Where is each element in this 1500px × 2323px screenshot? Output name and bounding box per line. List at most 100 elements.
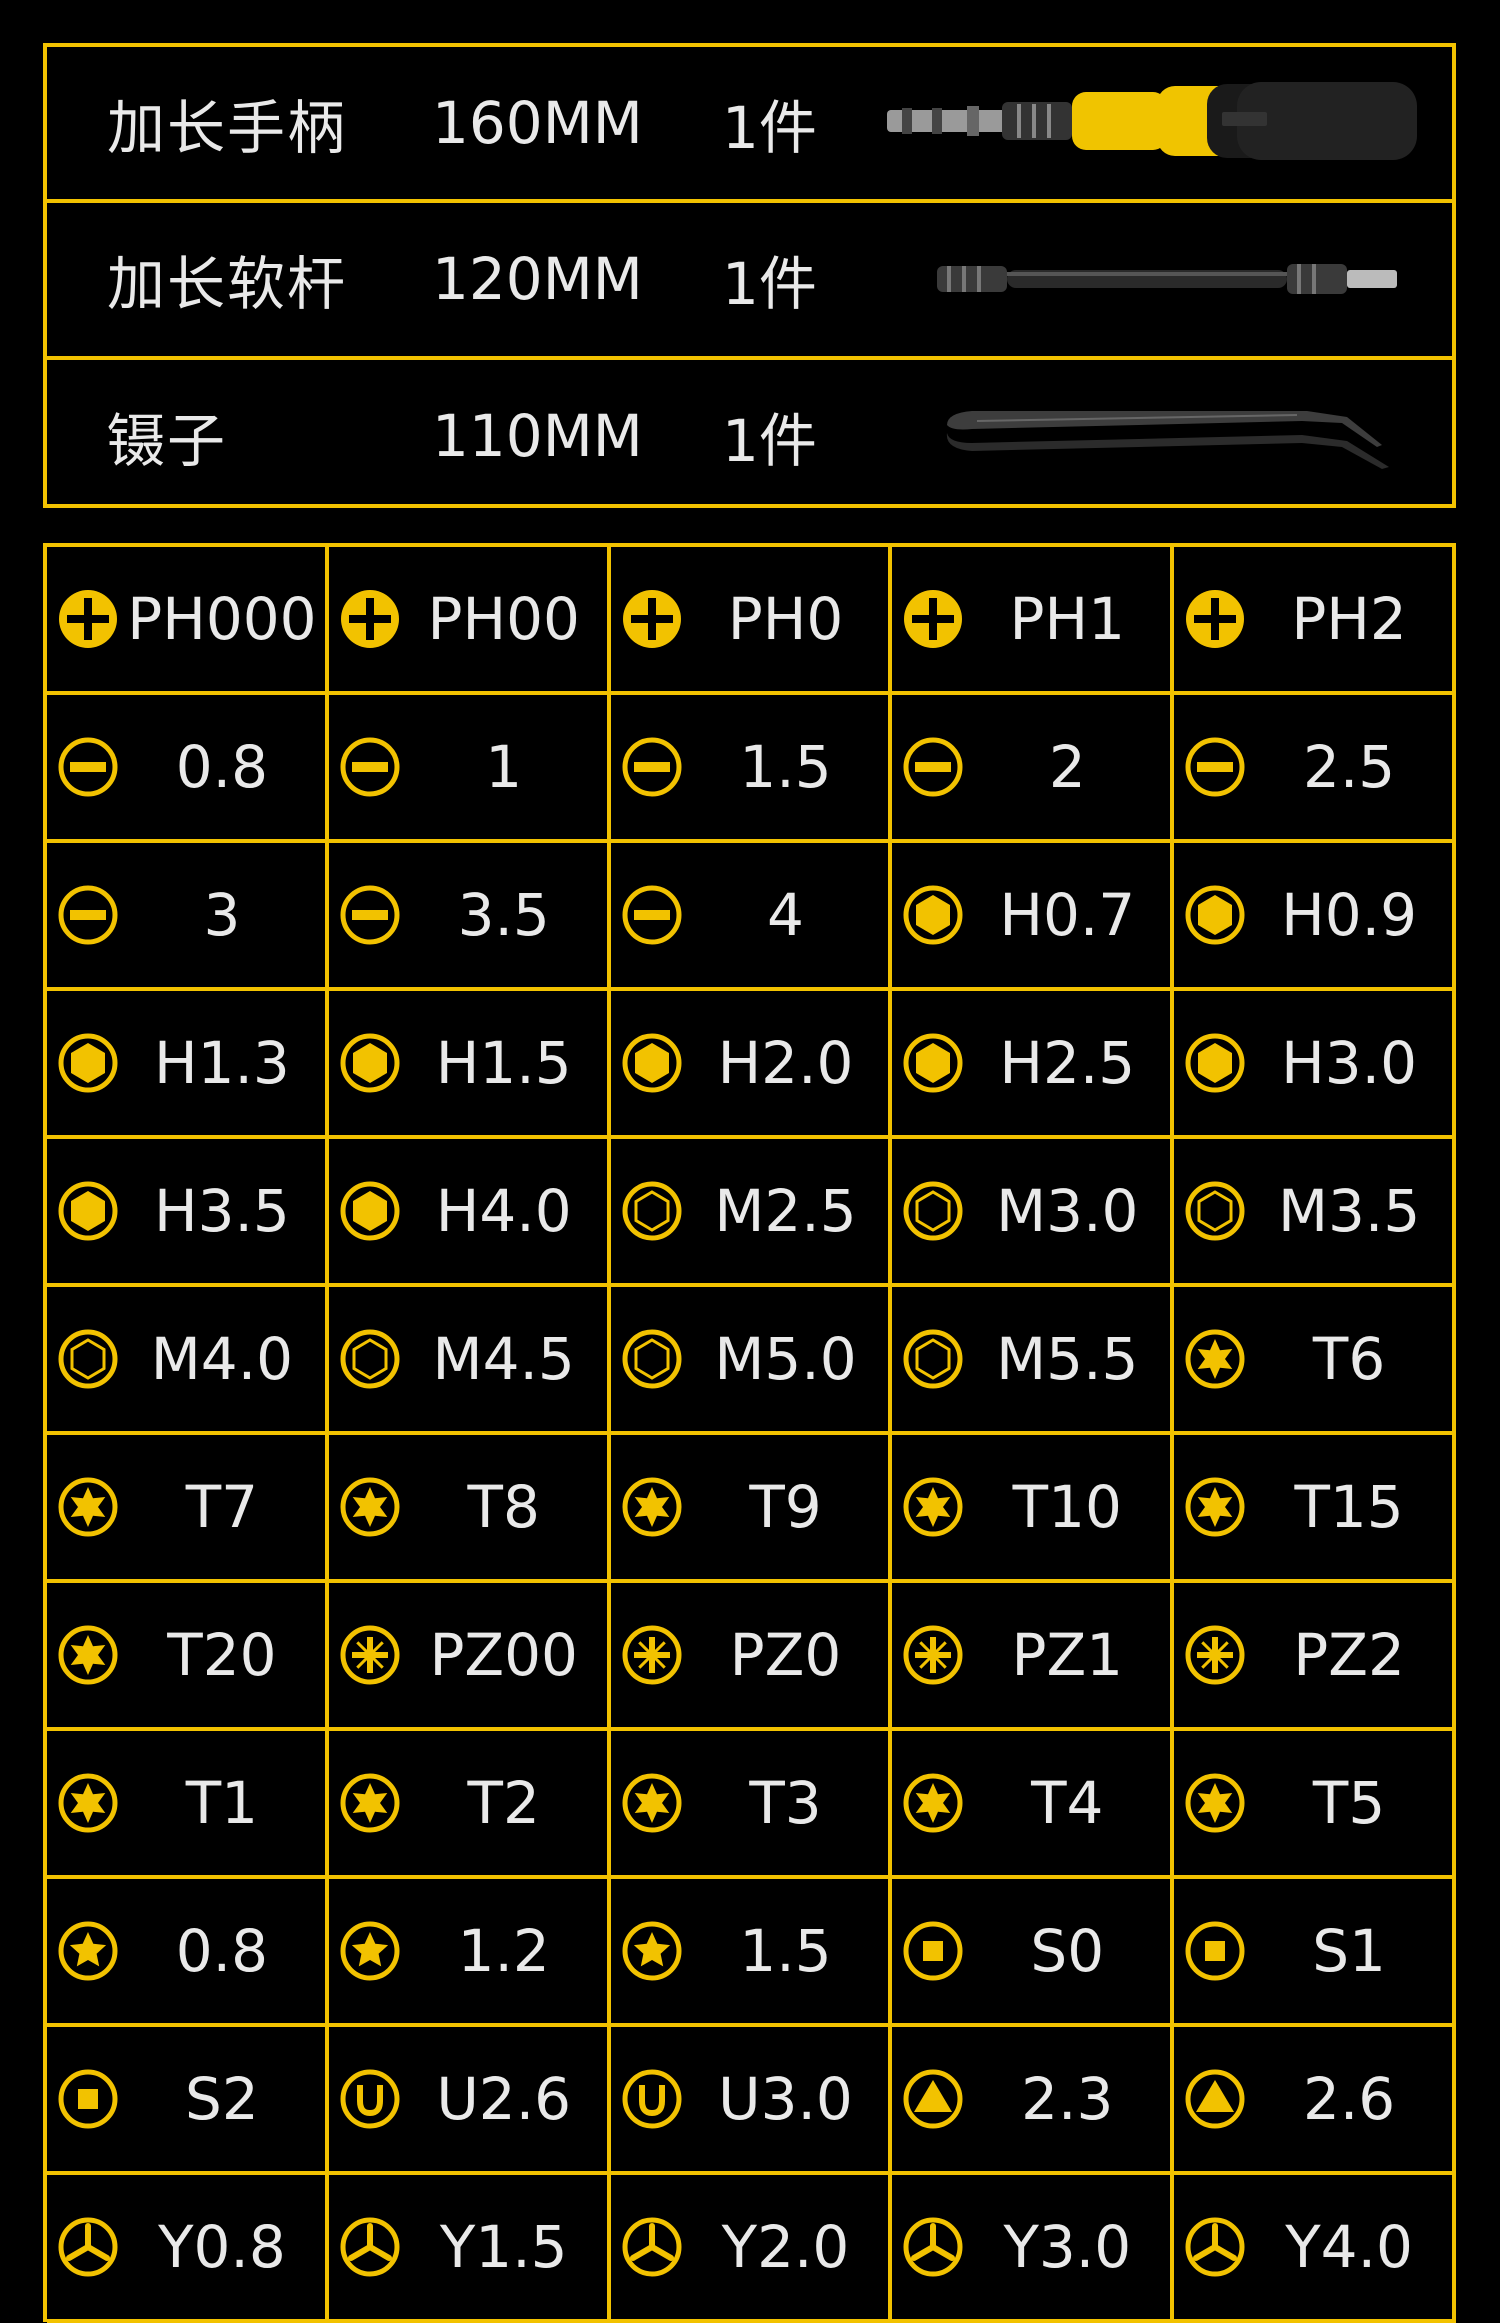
accessory-name: 加长软杆 [107,250,348,319]
bit-label: H1.5 [435,1029,572,1097]
square-icon [903,1921,963,1981]
bit-cell: H4.0 [328,1139,611,1287]
bit-cell: T3 [610,1731,893,1879]
bit-cell: 1 [328,695,611,843]
bit-label: Y2.0 [721,2213,850,2281]
flexible-shaft-image [937,264,1397,295]
phillips-icon [1186,590,1245,648]
bit-label: Y0.8 [158,2213,286,2281]
hex-icon [340,1033,400,1093]
screwdriver-handle-image [887,82,1417,160]
bit-label: 2.3 [1021,2065,1114,2133]
phillips-icon [622,590,681,648]
bit-label: T10 [1012,1473,1122,1541]
bit-cell: PH0 [610,547,893,695]
bit-label: PH00 [427,585,580,653]
bit-cell: T1 [47,1731,329,1879]
torx-icon [1185,1477,1245,1537]
bit-label: S1 [1312,1917,1386,1985]
bit-cell: H3.0 [1174,991,1456,1139]
square-icon [58,2069,118,2129]
hex-socket-icon [1185,1181,1245,1241]
hex-icon [622,1033,682,1093]
tri-wing-icon [1185,2217,1245,2277]
hex-icon [903,1033,963,1093]
bit-label: T20 [167,1621,277,1689]
bit-cell: 3.5 [328,843,611,991]
bit-label: 2.6 [1302,2065,1396,2133]
bit-label: T7 [185,1473,259,1541]
bit-label: 1.5 [739,1917,832,1985]
slotted-icon [58,885,118,945]
bit-cell: H2.5 [892,991,1175,1139]
hex-icon [1185,1033,1245,1093]
torx-icon [1185,1773,1245,1833]
accessory-qty: 1件 [722,94,817,163]
bit-cell: 0.8 [47,1879,329,2027]
bit-cell: Y0.8 [47,2175,329,2323]
torx-icon [58,1625,118,1685]
bit-label: H3.0 [1281,1029,1418,1097]
bit-label: PZ00 [429,1621,578,1689]
bit-cell: M5.5 [892,1287,1175,1435]
bit-label: T8 [467,1473,540,1541]
bit-label: T5 [1312,1769,1386,1837]
bit-cell: H1.5 [328,991,611,1139]
accessories-table: 加长手柄 160MM 1件 加长软杆 120MM 1件 镊子 110MM 1件 [43,43,1456,508]
bit-cell: T5 [1174,1731,1456,1879]
bit-cell: 1.2 [328,1879,611,2027]
bit-label: PH2 [1291,585,1407,653]
bit-cell: H0.9 [1174,843,1456,991]
bit-label: 3.5 [457,881,550,949]
bit-cell: T7 [47,1435,329,1583]
hex-icon [903,885,963,945]
pozidriv-icon [1185,1625,1245,1685]
bit-cell: T2 [328,1731,611,1879]
bit-cell: T20 [47,1583,329,1731]
bit-label: H1.3 [153,1029,290,1097]
hex-socket-icon [58,1329,118,1389]
bit-cell: M4.0 [47,1287,329,1435]
bit-cell: M4.5 [328,1287,611,1435]
bit-cell: PZ00 [328,1583,611,1731]
torx-icon [340,1773,400,1833]
bit-cell: T4 [892,1731,1175,1879]
accessory-name: 加长手柄 [107,94,348,163]
bit-label: H0.7 [999,881,1136,949]
bit-label: 0.8 [175,1917,269,1985]
torx-icon [903,1477,963,1537]
bit-cell: S1 [1174,1879,1456,2027]
hex-socket-icon [903,1181,963,1241]
bit-label: PH000 [127,585,317,653]
bit-cell: T15 [1174,1435,1456,1583]
hex-socket-icon [340,1329,400,1389]
bit-label: 3 [203,881,241,949]
bit-label: 1 [485,733,523,801]
pozidriv-icon [340,1625,400,1685]
bit-label: T1 [185,1769,259,1837]
bit-label: U3.0 [718,2065,853,2133]
bit-cell: T10 [892,1435,1175,1583]
bit-grid: PH000 PH00 PH0 PH1 PH2 0.8 1 1.5 2 2.5 3 3.5 4 H0.7 H0… [43,543,1456,2323]
bit-label: H4.0 [435,1177,572,1245]
bit-cell: PH1 [892,547,1175,695]
bit-cell: PH2 [1174,547,1456,695]
bit-label: PH0 [727,585,844,653]
bit-cell: PZ0 [610,1583,893,1731]
slotted-icon [1185,737,1245,797]
slotted-icon [58,737,118,797]
accessory-size: 110MM [432,401,643,470]
accessory-name: 镊子 [107,406,228,475]
bit-cell: Y1.5 [328,2175,611,2323]
pentalobe-icon [340,1921,400,1981]
accessory-size: 120MM [432,245,643,314]
bit-cell: S0 [892,1879,1175,2027]
bit-label: T9 [749,1473,822,1541]
bit-label: H3.5 [153,1177,290,1245]
tweezers-image [946,410,1389,469]
bit-cell: H0.7 [892,843,1175,991]
accessory-row: 加长手柄 160MM 1件 [47,47,1452,204]
bit-label: PH1 [1009,585,1126,653]
phillips-icon [59,590,117,648]
bit-label: H2.0 [717,1029,854,1097]
